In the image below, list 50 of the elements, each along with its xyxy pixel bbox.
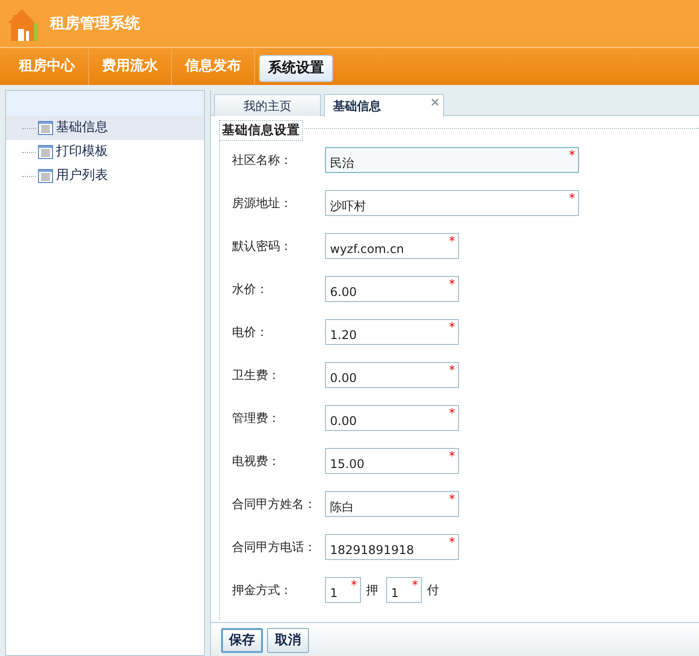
field-label: 房源地址： bbox=[231, 195, 293, 212]
unit-label: 押 bbox=[366, 582, 378, 599]
required-mark: * bbox=[449, 362, 455, 379]
list-icon bbox=[38, 169, 53, 183]
field-label: 合同甲方姓名： bbox=[231, 496, 317, 513]
text-field[interactable]: 0.00 * bbox=[325, 405, 459, 431]
field-label: 社区名称： bbox=[231, 152, 293, 169]
text-field[interactable]: wyzf.com.cn * bbox=[325, 233, 459, 259]
sidebar-item[interactable]: 基础信息 bbox=[6, 116, 204, 140]
content-tab[interactable]: 基础信息 × bbox=[324, 94, 444, 117]
field-label: 电价： bbox=[231, 324, 269, 341]
required-mark: * bbox=[449, 319, 455, 336]
required-mark: * bbox=[569, 147, 575, 164]
app-title: 租房管理系统 bbox=[50, 13, 140, 34]
text-field[interactable]: 陈白 * bbox=[325, 491, 459, 517]
text-field[interactable]: 0.00 * bbox=[325, 362, 459, 388]
form-button[interactable]: 取消 bbox=[267, 628, 309, 653]
unit-label: 付 bbox=[427, 582, 439, 599]
sidebar-item[interactable]: 打印模板 bbox=[6, 140, 204, 164]
required-mark: * bbox=[449, 534, 455, 551]
text-field[interactable]: 1 * bbox=[386, 577, 422, 603]
field-label: 默认密码： bbox=[231, 238, 293, 255]
content-tab[interactable]: 我的主页 bbox=[214, 94, 321, 116]
section-legend: 基础信息设置 bbox=[219, 120, 303, 141]
text-field[interactable]: 18291891918 * bbox=[325, 534, 459, 560]
field-label: 卫生费： bbox=[231, 367, 281, 384]
text-field[interactable]: 沙吓村 * bbox=[325, 190, 579, 216]
required-mark: * bbox=[449, 448, 455, 465]
field-label: 水价： bbox=[231, 281, 269, 298]
text-field[interactable]: 1.20 * bbox=[325, 319, 459, 345]
form-button[interactable]: 保存 bbox=[221, 628, 263, 653]
list-icon bbox=[38, 121, 53, 135]
required-mark: * bbox=[351, 577, 357, 594]
list-icon bbox=[38, 145, 53, 159]
text-field[interactable]: 6.00 * bbox=[325, 276, 459, 302]
field-label: 合同甲方电话： bbox=[231, 539, 317, 556]
field-label: 押金方式： bbox=[231, 582, 293, 599]
required-mark: * bbox=[569, 190, 575, 207]
text-field[interactable]: 1 * bbox=[325, 577, 361, 603]
text-field[interactable]: 15.00 * bbox=[325, 448, 459, 474]
sidebar-item[interactable]: 用户列表 bbox=[6, 164, 204, 188]
required-mark: * bbox=[449, 276, 455, 293]
required-mark: * bbox=[412, 577, 418, 594]
required-mark: * bbox=[449, 233, 455, 250]
nav-tab[interactable]: 系统设置 bbox=[259, 55, 333, 82]
field-label: 电视费： bbox=[231, 453, 281, 470]
required-mark: * bbox=[449, 491, 455, 508]
required-mark: * bbox=[449, 405, 455, 422]
text-field[interactable]: 民治 * bbox=[325, 147, 579, 173]
field-label: 管理费： bbox=[231, 410, 281, 427]
